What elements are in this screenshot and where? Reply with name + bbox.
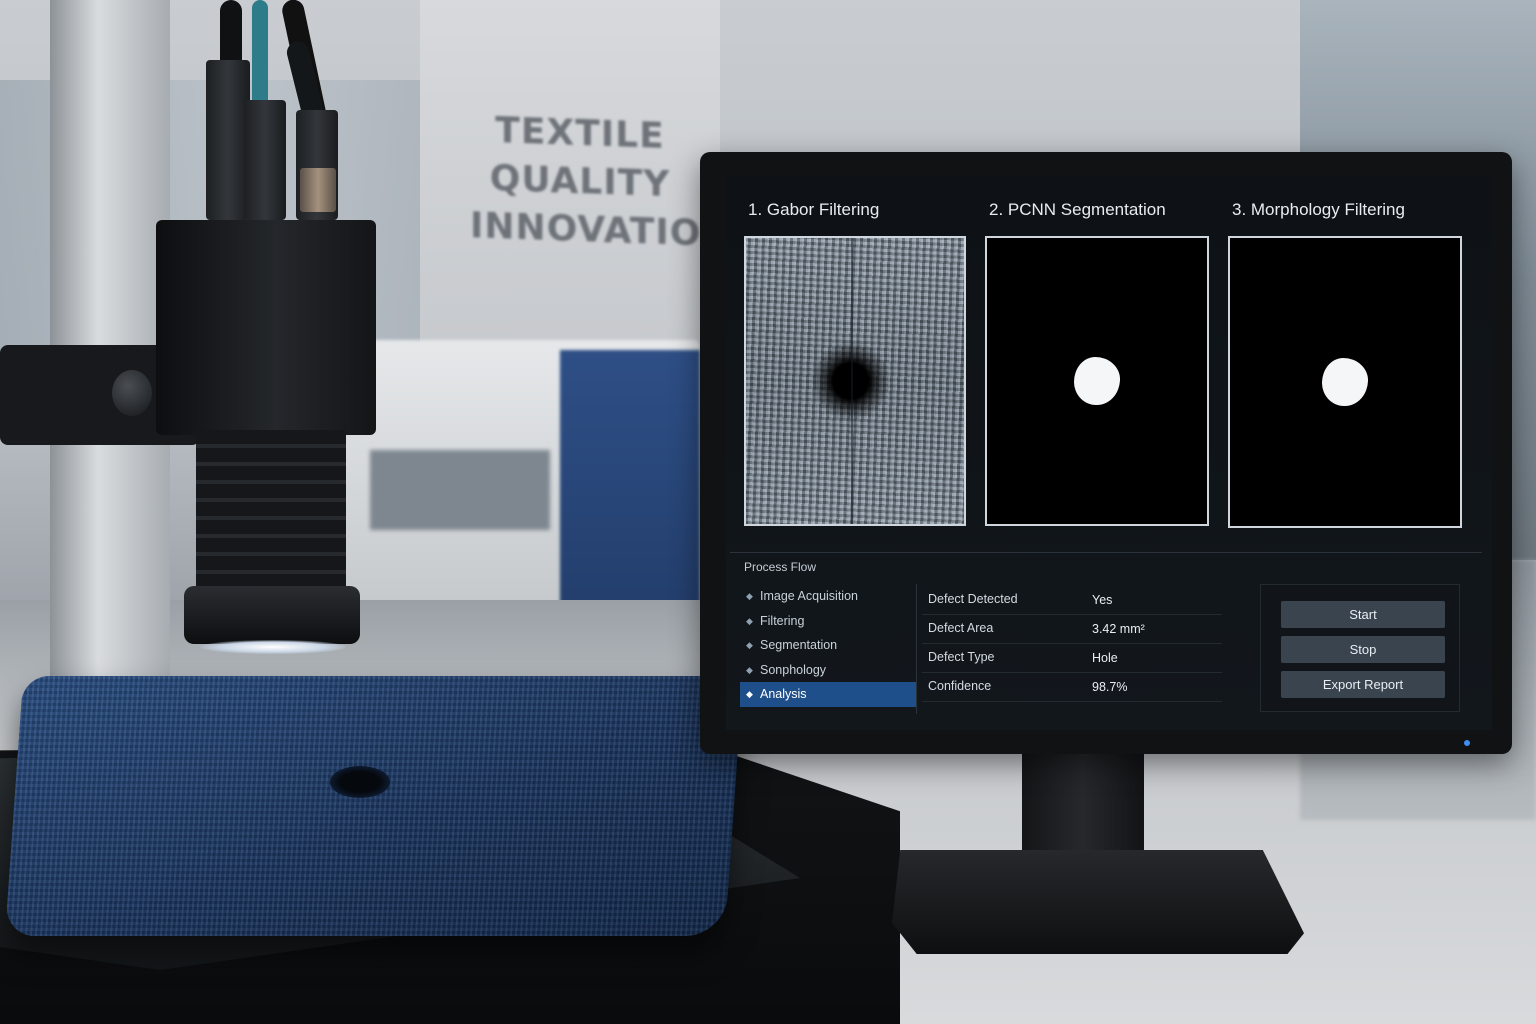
fabric-sample <box>4 676 744 936</box>
lens-ring <box>184 586 360 644</box>
process-step-image-acquisition[interactable]: ◆ Image Acquisition <box>740 584 916 609</box>
bullet-icon: ◆ <box>746 689 753 700</box>
process-step-label: Image Acquisition <box>760 589 858 603</box>
column-separator <box>916 584 917 714</box>
bullet-icon: ◆ <box>746 640 753 651</box>
metric-value: Yes <box>1092 593 1113 607</box>
gabor-seam <box>850 238 853 524</box>
wall-sign: TEXTILE QUALITY INNOVATION <box>470 106 733 258</box>
wall-sign-line-3: INNOVATION <box>470 205 733 256</box>
inspection-screen: 1. Gabor Filtering 2. PCNN Segmentation … <box>726 176 1492 730</box>
defect-metrics: Defect Detected Yes Defect Area 3.42 mm²… <box>922 586 1222 702</box>
process-step-segmentation[interactable]: ◆ Segmentation <box>740 633 916 658</box>
metric-label: Defect Type <box>928 650 995 664</box>
panel-title-morphology: 3. Morphology Filtering <box>1232 200 1405 219</box>
camera-body <box>156 220 376 435</box>
process-flow-title: Process Flow <box>744 560 817 574</box>
metric-value: 98.7% <box>1092 680 1128 694</box>
process-step-label: Segmentation <box>760 638 838 653</box>
metric-defect-area: Defect Area 3.42 mm² <box>922 615 1222 644</box>
process-step-analysis[interactable]: ◆ Analysis <box>740 682 916 707</box>
metric-defect-type: Defect Type Hole <box>922 644 1222 673</box>
metric-value: Hole <box>1092 651 1118 665</box>
process-step-label: Sonphology <box>760 662 827 677</box>
rig-knob <box>112 370 152 416</box>
metric-confidence: Confidence 98.7% <box>922 673 1222 702</box>
start-button[interactable]: Start <box>1281 601 1445 628</box>
bullet-icon: ◆ <box>746 591 753 601</box>
camera-lens <box>196 430 346 600</box>
connector-ring <box>300 168 336 212</box>
bullet-icon: ◆ <box>746 664 753 675</box>
panel-title-gabor: 1. Gabor Filtering <box>748 200 880 219</box>
process-step-label: Filtering <box>760 613 805 628</box>
metric-label: Defect Detected <box>928 592 1018 606</box>
segmented-defect-blob <box>1074 357 1120 405</box>
process-step-filtering[interactable]: ◆ Filtering <box>740 609 916 634</box>
gabor-texture <box>746 238 964 524</box>
metric-defect-detected: Defect Detected Yes <box>922 586 1222 615</box>
machine-slot <box>370 450 550 530</box>
wall-sign-line-1: TEXTILE <box>495 110 665 157</box>
morphology-filter-image <box>1228 236 1462 528</box>
section-divider <box>730 552 1482 553</box>
monitor-stand-base <box>892 850 1304 954</box>
process-step-sonphology[interactable]: ◆ Sonphology <box>740 658 916 683</box>
wall-sign-line-2: QUALITY <box>489 157 671 206</box>
panel-title-pcnn: 2. PCNN Segmentation <box>989 200 1166 219</box>
metric-label: Confidence <box>928 679 992 693</box>
connector <box>244 100 286 220</box>
fabric-defect-hole <box>330 766 390 798</box>
control-buttons: Start Stop Export Report <box>1260 584 1460 712</box>
metric-label: Defect Area <box>928 621 994 635</box>
machine-blue-panel <box>560 350 700 615</box>
metric-value: 3.42 mm² <box>1092 622 1145 636</box>
ring-light <box>200 640 346 654</box>
filtered-defect-blob <box>1322 358 1368 406</box>
power-led-icon <box>1464 740 1470 746</box>
bullet-icon: ◆ <box>746 615 753 626</box>
stop-button[interactable]: Stop <box>1281 636 1445 663</box>
pcnn-segmentation-image <box>985 236 1209 526</box>
process-step-label: Analysis <box>760 687 807 702</box>
gabor-filter-image <box>744 236 966 526</box>
export-report-button[interactable]: Export Report <box>1281 671 1445 698</box>
process-flow-list: ◆ Image Acquisition ◆ Filtering ◆ Segmen… <box>740 584 916 710</box>
